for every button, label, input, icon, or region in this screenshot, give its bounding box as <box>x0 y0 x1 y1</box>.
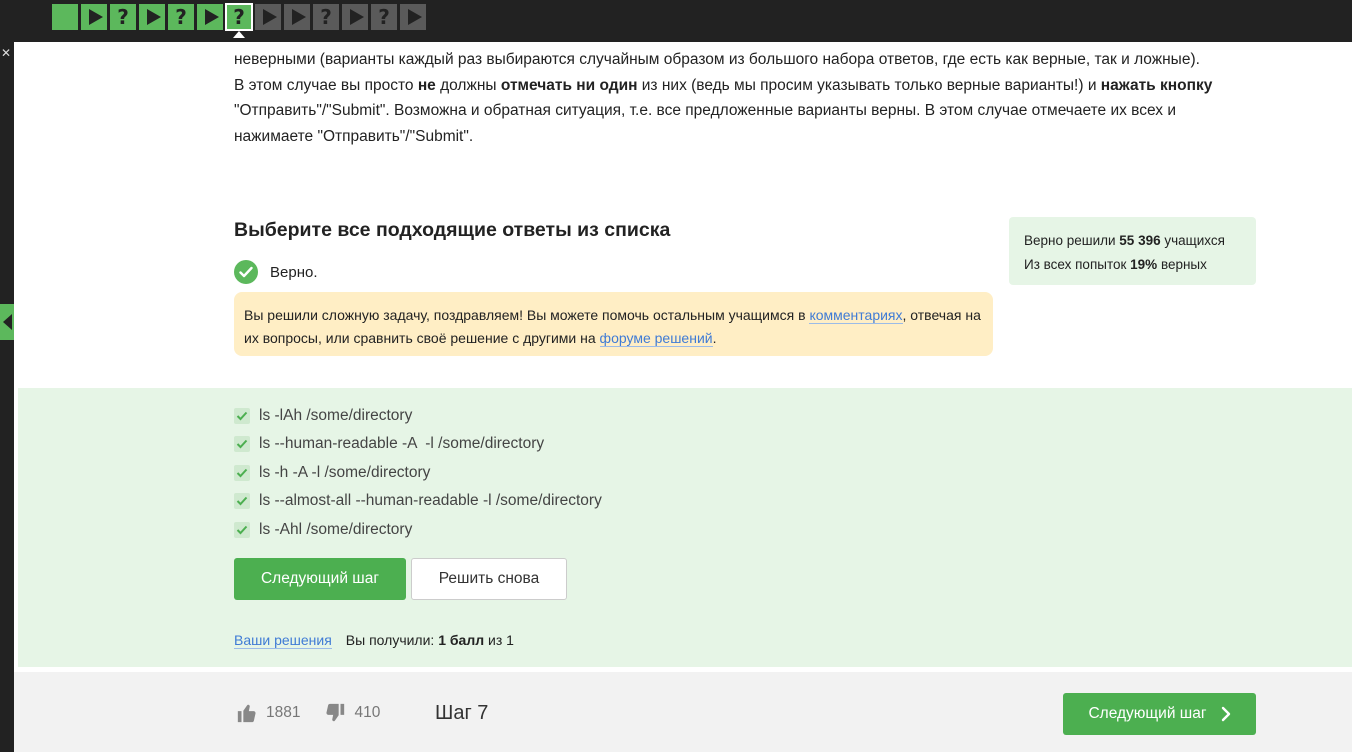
step-list: ? ? ? ? ? <box>52 3 426 31</box>
checkbox-checked-icon[interactable] <box>234 436 250 452</box>
answer-option[interactable]: ls --human-readable -A -l /some/director… <box>234 435 544 453</box>
solutions-forum-link[interactable]: форуме решений <box>599 330 713 347</box>
score-text: Вы получили: 1 балл из 1 <box>345 632 514 648</box>
dislike-button[interactable]: 410 <box>324 702 380 724</box>
dislike-count: 410 <box>354 704 381 721</box>
question-icon: ? <box>233 5 245 29</box>
thumbs-down-icon <box>326 703 345 722</box>
play-icon <box>204 9 219 25</box>
play-icon <box>146 9 161 25</box>
step-navigation-bar: ? ? ? ? ? <box>0 0 1352 42</box>
checkbox-checked-icon[interactable] <box>234 493 250 509</box>
thumbs-up-icon <box>237 704 256 723</box>
toggle-sidebar-button[interactable] <box>0 304 14 340</box>
solved-count-line: Верно решили 55 396 учащихся <box>1024 233 1225 248</box>
step-6-video[interactable] <box>197 4 223 30</box>
question-icon: ? <box>175 5 187 29</box>
like-button[interactable]: 1881 <box>236 702 300 724</box>
correct-status: Верно. <box>234 260 317 284</box>
attempts-line: Из всех попыток 19% верных <box>1024 257 1207 272</box>
submission-result: Ваши решения Вы получили: 1 балл из 1 <box>234 632 514 649</box>
question-icon: ? <box>320 5 332 29</box>
answer-option[interactable]: ls -h -A -l /some/directory <box>234 464 430 482</box>
step-label: Шаг 7 <box>435 702 489 724</box>
step-10-quiz[interactable]: ? <box>313 4 339 30</box>
checkbox-checked-icon[interactable] <box>234 408 250 424</box>
instructions-line-1: неверными (варианты каждый раз выбираютс… <box>234 51 1200 68</box>
your-solutions-link[interactable]: Ваши решения <box>234 632 332 649</box>
answer-label: ls --almost-all --human-readable -l /som… <box>259 492 602 509</box>
instructions-line-2: В этом случае вы просто не должны отмеча… <box>234 76 1213 94</box>
comments-link[interactable]: комментариях <box>809 307 903 324</box>
congrats-notice: Вы решили сложную задачу, поздравляем! В… <box>234 292 993 356</box>
step-footer: 1881 410 Шаг 7 Следующий шаг <box>14 672 1352 752</box>
step-1-text[interactable] <box>52 4 78 30</box>
question-icon: ? <box>378 5 390 29</box>
step-11-video[interactable] <box>342 4 368 30</box>
checkbox-checked-icon[interactable] <box>234 522 250 538</box>
retry-button[interactable]: Решить снова <box>411 558 567 600</box>
step-2-video[interactable] <box>81 4 107 30</box>
question-title: Выберите все подходящие ответы из списка <box>234 219 671 241</box>
next-step-button[interactable]: Следующий шаг <box>234 558 406 600</box>
like-count: 1881 <box>266 704 301 721</box>
answer-label: ls -lAh /some/directory <box>259 407 413 424</box>
answer-option[interactable]: ls -Ahl /some/directory <box>234 521 412 539</box>
reactions: 1881 410 <box>236 702 380 724</box>
step-4-video[interactable] <box>139 4 165 30</box>
solve-stats: Верно решили 55 396 учащихся Из всех поп… <box>1009 217 1256 285</box>
left-sidebar-strip: ✕ <box>0 42 14 752</box>
step-7-quiz-current[interactable]: ? <box>225 3 253 31</box>
answer-option[interactable]: ls -lAh /some/directory <box>234 407 412 425</box>
checkbox-checked-icon[interactable] <box>234 465 250 481</box>
step-instructions: неверными (варианты каждый раз выбираютс… <box>234 47 1264 149</box>
step-12-quiz[interactable]: ? <box>371 4 397 30</box>
footer-next-step-button[interactable]: Следующий шаг <box>1063 693 1256 735</box>
step-9-video[interactable] <box>284 4 310 30</box>
step-8-video[interactable] <box>255 4 281 30</box>
play-icon <box>291 9 306 25</box>
chevron-right-icon <box>1221 706 1230 722</box>
current-step-caret <box>233 31 245 38</box>
close-icon[interactable]: ✕ <box>1 46 11 60</box>
step-13-video[interactable] <box>400 4 426 30</box>
answer-option[interactable]: ls --almost-all --human-readable -l /som… <box>234 492 602 510</box>
answer-label: ls -h -A -l /some/directory <box>259 464 431 481</box>
status-text: Верно. <box>270 263 318 281</box>
step-5-quiz[interactable]: ? <box>168 4 194 30</box>
chevron-left-icon <box>3 314 12 330</box>
play-icon <box>407 9 422 25</box>
check-circle-icon <box>234 260 258 284</box>
answer-label: ls -Ahl /some/directory <box>259 521 413 538</box>
instructions-line-3: "Отправить"/"Submit". Возможна и обратна… <box>234 102 1176 120</box>
play-icon <box>349 9 364 25</box>
answers-panel: ls -lAh /some/directory ls --human-reada… <box>18 388 1352 667</box>
play-icon <box>262 9 277 25</box>
step-3-quiz[interactable]: ? <box>110 4 136 30</box>
answer-label: ls --human-readable -A -l /some/director… <box>259 435 545 452</box>
instructions-line-4: нажимаете "Отправить"/"Submit". <box>234 127 474 145</box>
question-icon: ? <box>117 5 129 29</box>
play-icon <box>88 9 103 25</box>
